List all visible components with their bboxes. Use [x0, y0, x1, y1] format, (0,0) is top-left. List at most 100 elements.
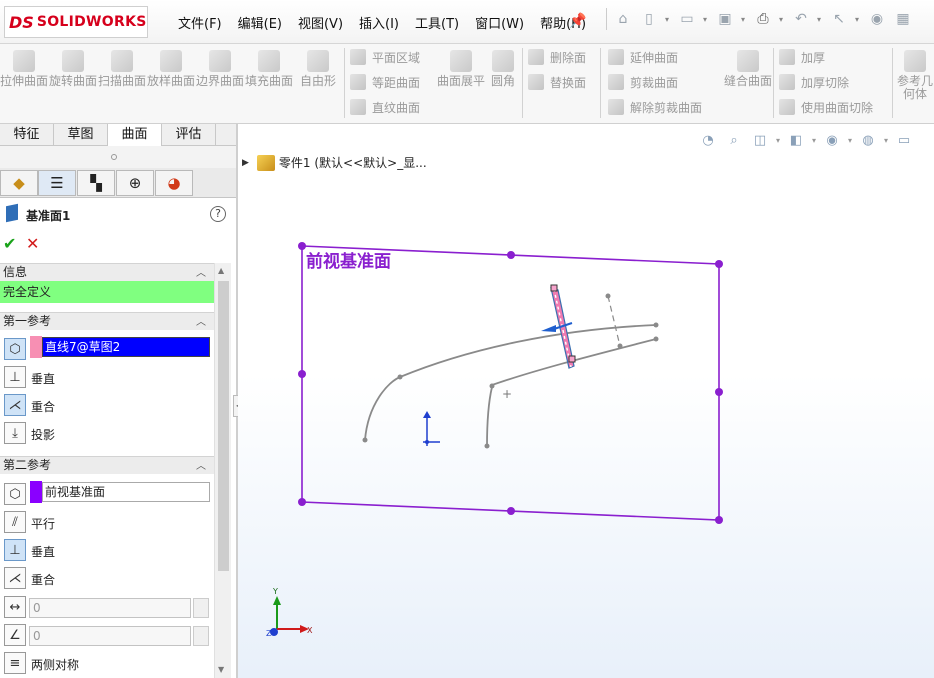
- freeform-button[interactable]: 自由形: [294, 50, 342, 88]
- sketch-point[interactable]: [489, 383, 495, 389]
- plane-handle[interactable]: [715, 260, 723, 268]
- panel-scrollbar[interactable]: ▲ ▼: [214, 263, 231, 678]
- tab-features[interactable]: 特征: [0, 124, 54, 146]
- menu-file[interactable]: 文件(F): [170, 13, 230, 32]
- surface-cut-button[interactable]: 使用曲面切除: [779, 97, 873, 117]
- solidworks-logo[interactable]: DS SOLIDWORKS: [4, 6, 148, 38]
- feature-manager-tab[interactable]: ◆: [0, 170, 38, 196]
- symmetric-icon[interactable]: ≡: [4, 652, 26, 674]
- reference-entity-icon[interactable]: ⬡: [4, 483, 26, 505]
- fillet-button[interactable]: 圆角: [479, 50, 527, 88]
- plane-handle[interactable]: [715, 388, 723, 396]
- perpendicular-option[interactable]: 垂直: [31, 370, 55, 387]
- dimxpert-tab[interactable]: ⊕: [116, 170, 154, 196]
- extend-surface-button[interactable]: 延伸曲面: [608, 47, 678, 67]
- select-icon[interactable]: ↖: [829, 8, 849, 30]
- reference-geometry-button[interactable]: 参考几何体: [896, 50, 934, 101]
- offset-surface-button[interactable]: 等距曲面: [350, 72, 420, 92]
- sketch-point[interactable]: [605, 293, 611, 299]
- offset-distance-input[interactable]: 0: [29, 598, 191, 618]
- property-manager-tab[interactable]: ☰: [38, 170, 76, 196]
- first-reference-header[interactable]: 第一参考 ︿: [0, 312, 214, 330]
- plane-preview-handle[interactable]: [550, 284, 558, 292]
- plane-handle[interactable]: [298, 242, 306, 250]
- trim-surface-button[interactable]: 剪裁曲面: [608, 72, 678, 92]
- menu-tools[interactable]: 工具(T): [407, 13, 467, 32]
- sketch-point[interactable]: [653, 322, 659, 328]
- project-icon[interactable]: ⤓: [4, 422, 26, 444]
- offset-distance-stepper[interactable]: [193, 598, 209, 618]
- panel-splitter[interactable]: [0, 146, 237, 168]
- sketch-point[interactable]: [617, 343, 623, 349]
- save-icon[interactable]: ▣: [715, 8, 735, 30]
- knit-surface-button[interactable]: 缝合曲面: [724, 50, 772, 88]
- undo-icon[interactable]: ↶: [791, 8, 811, 30]
- revolve-surface-button[interactable]: 旋转曲面: [49, 50, 97, 88]
- plane-handle[interactable]: [715, 516, 723, 524]
- plane-handle[interactable]: [507, 507, 515, 515]
- sketch-point[interactable]: [653, 336, 659, 342]
- project-option[interactable]: 投影: [31, 426, 55, 443]
- angle-input[interactable]: 0: [29, 626, 191, 646]
- extrude-surface-button[interactable]: 拉伸曲面: [0, 50, 48, 88]
- plane-handle[interactable]: [298, 498, 306, 506]
- sweep-surface-button[interactable]: 扫描曲面: [98, 50, 146, 88]
- parallel-icon[interactable]: ⫽: [4, 511, 26, 533]
- loft-surface-button[interactable]: 放样曲面: [147, 50, 195, 88]
- parallel-option[interactable]: 平行: [31, 515, 55, 532]
- coincident-option[interactable]: 重合: [31, 571, 55, 588]
- rebuild-icon[interactable]: ◉: [867, 8, 887, 30]
- sketch-curve[interactable]: [486, 386, 493, 447]
- chevron-down-icon[interactable]: ▾: [741, 15, 747, 24]
- ruled-surface-button[interactable]: 直纹曲面: [350, 97, 420, 117]
- chevron-down-icon[interactable]: ▾: [817, 15, 823, 24]
- planar-surface-button[interactable]: 平面区域: [350, 47, 420, 67]
- menu-window[interactable]: 窗口(W): [467, 13, 532, 32]
- thicken-button[interactable]: 加厚: [779, 47, 825, 67]
- graphics-area[interactable]: ◔ ⌕ ◫ ▾ ◧ ▾ ◉ ▾ ◍ ▾ ▭ ▶ 零件1 (默认<<默认>_显...: [238, 124, 934, 678]
- display-manager-tab[interactable]: ◕: [155, 170, 193, 196]
- tab-surfaces[interactable]: 曲面: [108, 124, 162, 146]
- coincident-option[interactable]: 重合: [31, 398, 55, 415]
- menu-edit[interactable]: 编辑(E): [230, 13, 290, 32]
- help-icon[interactable]: ?: [210, 206, 226, 222]
- thicken-cut-button[interactable]: 加厚切除: [779, 72, 849, 92]
- chevron-up-icon[interactable]: ︿: [196, 458, 206, 475]
- plane-handle[interactable]: [507, 251, 515, 259]
- construction-line[interactable]: [607, 295, 621, 347]
- new-icon[interactable]: ▯: [639, 8, 659, 30]
- pin-icon[interactable]: 📌: [569, 13, 586, 29]
- cancel-button[interactable]: ✕: [26, 234, 39, 253]
- scroll-up-icon[interactable]: ▲: [218, 266, 224, 275]
- second-reference-header[interactable]: 第二参考 ︿: [0, 456, 214, 474]
- angle-stepper[interactable]: [193, 626, 209, 646]
- flatten-surface-button[interactable]: 曲面展平: [437, 50, 485, 88]
- options-icon[interactable]: ▦: [893, 8, 913, 30]
- angle-icon[interactable]: ∠: [4, 624, 26, 646]
- untrim-surface-button[interactable]: 解除剪裁曲面: [608, 97, 702, 117]
- perpendicular-icon[interactable]: ⊥: [4, 366, 26, 388]
- front-plane-outline[interactable]: [301, 245, 720, 521]
- print-icon[interactable]: ⎙: [753, 8, 773, 30]
- symmetric-option[interactable]: 两侧对称: [31, 656, 79, 673]
- chevron-up-icon[interactable]: ︿: [196, 265, 206, 282]
- perpendicular-option[interactable]: 垂直: [31, 543, 55, 560]
- tab-sketch[interactable]: 草图: [54, 124, 108, 146]
- open-icon[interactable]: ▭: [677, 8, 697, 30]
- chevron-down-icon[interactable]: ▾: [855, 15, 861, 24]
- ok-button[interactable]: ✔: [3, 234, 16, 253]
- info-group-header[interactable]: 信息 ︿: [0, 263, 214, 281]
- scroll-thumb[interactable]: [218, 281, 229, 571]
- plane-handle[interactable]: [298, 370, 306, 378]
- view-triad[interactable]: Y X Z: [266, 587, 313, 638]
- reference-entity-icon[interactable]: ⬡: [4, 338, 26, 360]
- plane-preview-handle[interactable]: [568, 355, 576, 363]
- chevron-down-icon[interactable]: ▾: [665, 15, 671, 24]
- fill-surface-button[interactable]: 填充曲面: [245, 50, 293, 88]
- menu-view[interactable]: 视图(V): [290, 13, 351, 32]
- chevron-up-icon[interactable]: ︿: [196, 314, 206, 331]
- sketch-point[interactable]: [397, 374, 403, 380]
- sketch-curve[interactable]: [364, 324, 657, 441]
- sketch-point[interactable]: [484, 443, 490, 449]
- model-canvas[interactable]: 前视基准面 + Y X Z: [238, 124, 934, 678]
